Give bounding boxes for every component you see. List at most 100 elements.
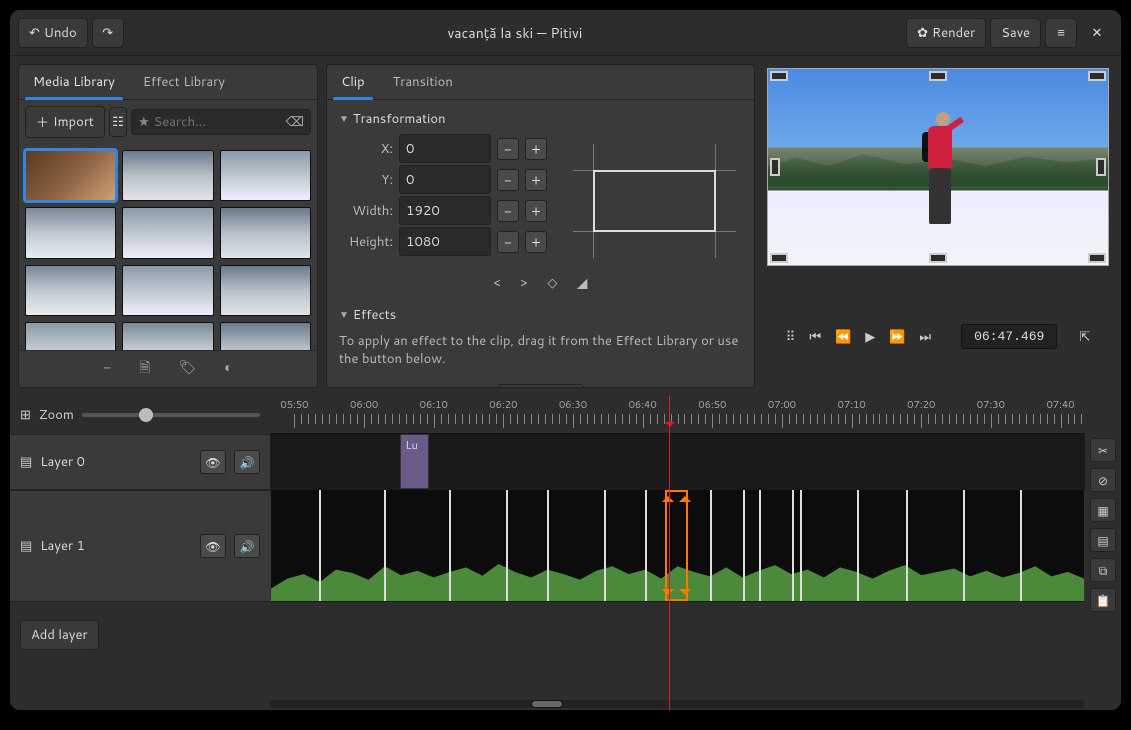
layer-name: Layer 1: [40, 537, 192, 555]
timecode-display[interactable]: 06:47.469: [961, 324, 1057, 349]
media-thumbnail[interactable]: [122, 207, 213, 258]
y-input[interactable]: [399, 165, 491, 194]
detach-viewer-button[interactable]: ⇱: [1079, 328, 1090, 346]
skip-start-button[interactable]: ⏮: [809, 328, 821, 346]
timeline-track-0[interactable]: Lu: [270, 434, 1085, 490]
resize-handle[interactable]: [770, 253, 788, 263]
clip-properties-icon[interactable]: 🗎: [139, 357, 150, 381]
fast-forward-button[interactable]: ⏩: [889, 328, 905, 346]
undo-button[interactable]: ↶Undo: [18, 18, 88, 48]
reset-keyframes-button[interactable]: ◢: [577, 274, 587, 292]
media-thumbnail[interactable]: [122, 322, 213, 350]
effects-hint-text: To apply an effect to the clip, drag it …: [339, 332, 742, 368]
layer-audio-toggle[interactable]: 🔊: [234, 450, 260, 474]
media-thumbnail[interactable]: [220, 265, 311, 316]
width-input[interactable]: [399, 196, 491, 225]
x-decrement-button[interactable]: −: [497, 138, 519, 160]
next-keyframe-button[interactable]: >: [521, 274, 528, 292]
media-thumbnail[interactable]: [220, 150, 311, 201]
view-mode-button[interactable]: ☷: [109, 107, 127, 137]
copy-tool[interactable]: ⧉: [1090, 558, 1116, 582]
layer-visibility-toggle[interactable]: 👁: [200, 534, 226, 558]
grid-view-icon[interactable]: ⠿: [786, 328, 796, 346]
search-field[interactable]: ★ ⌫: [131, 109, 311, 135]
x-label: X:: [339, 140, 393, 158]
hamburger-menu-button[interactable]: ≡: [1045, 18, 1077, 48]
resize-handle[interactable]: [1088, 71, 1106, 81]
media-thumbnail[interactable]: [25, 150, 116, 201]
playhead[interactable]: [669, 396, 670, 710]
x-input[interactable]: [399, 134, 491, 163]
layer-visibility-toggle[interactable]: 👁: [200, 450, 226, 474]
scrollbar-thumb[interactable]: [531, 700, 563, 708]
delete-tool[interactable]: ⊘: [1090, 468, 1116, 492]
media-thumbnail[interactable]: [25, 207, 116, 258]
ruler-time-label: 06:00: [350, 398, 378, 412]
add-effect-button[interactable]: Add Effect: [497, 384, 583, 388]
ungroup-tool[interactable]: ▤: [1090, 528, 1116, 552]
tag-icon[interactable]: 🏷: [178, 357, 196, 381]
media-thumbnail[interactable]: [220, 207, 311, 258]
render-button[interactable]: ✿Render: [906, 18, 986, 48]
media-thumbnail[interactable]: [122, 150, 213, 201]
width-increment-button[interactable]: +: [525, 200, 547, 222]
timeline-ruler[interactable]: 05:5006:0006:1006:2006:3006:4006:5007:00…: [270, 396, 1085, 434]
group-tool[interactable]: ▦: [1090, 498, 1116, 522]
disclosure-triangle-icon: ▼: [339, 112, 349, 126]
layer-audio-toggle[interactable]: 🔊: [234, 534, 260, 558]
resize-handle[interactable]: [1088, 253, 1106, 263]
height-input[interactable]: [399, 227, 491, 256]
close-button[interactable]: ✕: [1081, 18, 1113, 48]
resize-handle[interactable]: [770, 158, 780, 176]
effects-header[interactable]: ▼Effects: [339, 306, 742, 324]
redo-button[interactable]: ↷: [92, 18, 124, 48]
tab-transition[interactable]: Transition: [379, 65, 467, 99]
media-thumbnail[interactable]: [122, 265, 213, 316]
remove-clip-icon[interactable]: −: [103, 357, 111, 381]
zoom-slider-knob[interactable]: [139, 408, 153, 422]
resize-handle[interactable]: [770, 71, 788, 81]
width-decrement-button[interactable]: −: [497, 200, 519, 222]
layer-header[interactable]: ▤ Layer 1 👁 🔊: [10, 490, 270, 602]
timeline-tracks[interactable]: 05:5006:0006:1006:2006:3006:4006:5007:00…: [270, 396, 1085, 710]
prev-keyframe-button[interactable]: <: [494, 274, 501, 292]
y-decrement-button[interactable]: −: [497, 169, 519, 191]
resize-handle[interactable]: [929, 253, 947, 263]
height-decrement-button[interactable]: −: [497, 231, 519, 253]
ruler-time-label: 07:30: [977, 398, 1005, 412]
tab-media-library[interactable]: Media Library: [19, 65, 129, 99]
skip-end-button[interactable]: ⏭: [919, 328, 931, 346]
save-button[interactable]: Save: [990, 18, 1041, 48]
search-input[interactable]: [154, 113, 282, 131]
resize-handle[interactable]: [929, 71, 947, 81]
media-thumbnail[interactable]: [220, 322, 311, 350]
resize-handle[interactable]: [1096, 158, 1106, 176]
transform-preview-box[interactable]: [567, 136, 742, 266]
cut-tool[interactable]: ✂: [1090, 438, 1116, 462]
timeline-track-1[interactable]: [270, 490, 1085, 602]
clear-search-icon[interactable]: ⌫: [286, 113, 304, 131]
insert-end-icon[interactable]: ◐: [224, 357, 232, 381]
y-increment-button[interactable]: +: [525, 169, 547, 191]
x-increment-button[interactable]: +: [525, 138, 547, 160]
layer-menu-icon[interactable]: ▤: [20, 453, 32, 471]
layer-header[interactable]: ▤ Layer 0 👁 🔊: [10, 434, 270, 490]
timeline-horizontal-scrollbar[interactable]: [270, 700, 1085, 708]
play-button[interactable]: ▶: [865, 328, 875, 346]
rewind-button[interactable]: ⏪: [835, 328, 851, 346]
height-increment-button[interactable]: +: [525, 231, 547, 253]
timeline-clip[interactable]: Lu: [400, 434, 429, 489]
layer-menu-icon[interactable]: ▤: [20, 537, 32, 555]
video-preview[interactable]: [767, 68, 1109, 266]
media-thumbnail[interactable]: [25, 265, 116, 316]
zoom-slider[interactable]: [82, 413, 260, 417]
import-button[interactable]: ＋Import: [25, 106, 105, 138]
add-layer-button[interactable]: Add layer: [20, 620, 99, 650]
media-thumbnail[interactable]: [25, 322, 116, 350]
transformation-header[interactable]: ▼Transformation: [339, 110, 742, 128]
toggle-keyframe-button[interactable]: ◇: [547, 274, 557, 292]
paste-tool[interactable]: 📋: [1090, 588, 1116, 612]
tab-effect-library[interactable]: Effect Library: [129, 65, 239, 99]
header-bar: ↶Undo ↷ vacanță la ski — Pitivi ✿Render …: [10, 10, 1121, 56]
tab-clip[interactable]: Clip: [327, 65, 379, 99]
